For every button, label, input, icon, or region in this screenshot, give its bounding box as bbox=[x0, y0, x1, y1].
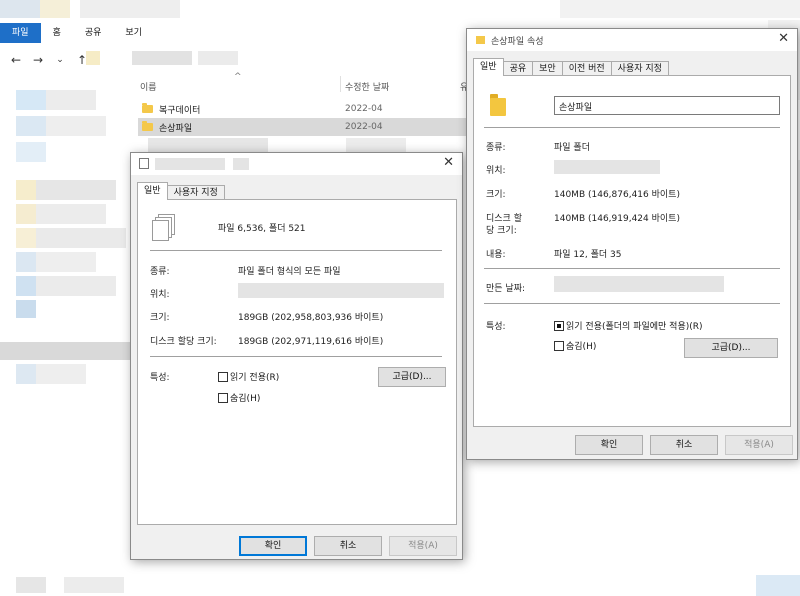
location-value-redacted bbox=[238, 283, 444, 298]
hidden-label: 숨김(H) bbox=[566, 342, 597, 352]
location-label: 위치: bbox=[150, 290, 170, 300]
folder-name-input[interactable]: 손상파일 bbox=[554, 96, 780, 115]
dialog-tabs: 일반 공유 보안 이전 버전 사용자 지정 bbox=[473, 58, 669, 76]
column-divider[interactable] bbox=[340, 76, 341, 92]
type-label: 종류: bbox=[150, 267, 170, 277]
apply-button[interactable]: 적용(A) bbox=[725, 435, 793, 455]
readonly-checkbox[interactable]: 읽기 전용(폴더의 파일에만 적용)(R) bbox=[554, 319, 703, 332]
dialog-tabs: 일반 사용자 지정 bbox=[137, 182, 225, 200]
ribbon-tab-file[interactable]: 파일 bbox=[0, 23, 41, 43]
hidden-checkbox[interactable]: 숨김(H) bbox=[554, 339, 596, 352]
folder-icon bbox=[142, 121, 153, 131]
created-label: 만든 날짜: bbox=[486, 284, 526, 294]
advanced-button[interactable]: 고급(D)... bbox=[378, 367, 446, 387]
hidden-label: 숨김(H) bbox=[230, 394, 261, 404]
size-label: 크기: bbox=[150, 313, 170, 323]
disk-size-label: 디스크 할당 크기: bbox=[150, 337, 217, 347]
folder-icon bbox=[476, 36, 485, 44]
separator bbox=[484, 303, 780, 304]
hidden-checkbox[interactable]: 숨김(H) bbox=[218, 391, 260, 404]
separator bbox=[150, 356, 442, 357]
close-icon[interactable]: ✕ bbox=[778, 31, 789, 46]
column-header-modified[interactable]: 수정한 날짜 bbox=[345, 80, 389, 93]
separator bbox=[150, 250, 442, 251]
checkbox-box[interactable] bbox=[218, 392, 228, 403]
size-value: 189GB (202,958,803,936 바이트) bbox=[238, 313, 384, 323]
navigation-pane[interactable] bbox=[0, 80, 130, 500]
readonly-checkbox[interactable]: 읽기 전용(R) bbox=[218, 370, 279, 383]
sort-indicator-icon: ^ bbox=[234, 72, 242, 82]
tab-customize[interactable]: 사용자 지정 bbox=[610, 61, 669, 76]
size-label: 크기: bbox=[486, 190, 506, 200]
readonly-label: 읽기 전용(R) bbox=[230, 373, 280, 383]
dialog-title: 손상파일 속성 bbox=[491, 37, 544, 47]
tab-customize[interactable]: 사용자 지정 bbox=[166, 185, 225, 200]
tab-sharing[interactable]: 공유 bbox=[502, 61, 534, 76]
tab-previous-versions[interactable]: 이전 버전 bbox=[561, 61, 612, 76]
disk-size-value: 189GB (202,971,119,616 바이트) bbox=[238, 337, 384, 347]
address-bar[interactable] bbox=[86, 48, 466, 70]
dialog-titlebar[interactable]: 손상파일 속성 ✕ bbox=[467, 29, 797, 51]
file-date: 2022-04 bbox=[345, 122, 383, 132]
ok-button[interactable]: 확인 bbox=[575, 435, 643, 455]
dialog-titlebar[interactable]: ✕ bbox=[131, 153, 462, 175]
file-row-redacted[interactable] bbox=[148, 138, 468, 152]
location-label: 위치: bbox=[486, 166, 506, 176]
attributes-label: 특성: bbox=[150, 373, 170, 383]
readonly-label: 읽기 전용(폴더의 파일에만 적용)(R) bbox=[566, 322, 703, 332]
location-value-redacted bbox=[554, 160, 660, 174]
apply-button[interactable]: 적용(A) bbox=[389, 536, 457, 556]
window-top-strip bbox=[0, 0, 800, 18]
file-name: 복구데이터 bbox=[159, 105, 201, 116]
selection-summary: 파일 6,536, 폴더 521 bbox=[218, 224, 306, 234]
type-value: 파일 폴더 형식의 모든 파일 bbox=[238, 267, 341, 277]
checkbox-box[interactable] bbox=[554, 320, 564, 331]
folder-properties-dialog: 손상파일 속성 ✕ 일반 공유 보안 이전 버전 사용자 지정 손상파일 종류:… bbox=[466, 28, 798, 460]
close-icon[interactable]: ✕ bbox=[443, 155, 454, 170]
back-arrow-icon[interactable]: ← bbox=[8, 53, 24, 67]
separator bbox=[484, 127, 780, 128]
recent-locations-icon[interactable]: ⌄ bbox=[52, 55, 68, 65]
general-panel: 파일 6,536, 폴더 521 종류: 파일 폴더 형식의 모든 파일 위치:… bbox=[137, 199, 457, 525]
file-date: 2022-04 bbox=[345, 104, 383, 114]
created-value-redacted bbox=[554, 276, 724, 292]
folder-icon bbox=[142, 103, 153, 113]
advanced-button[interactable]: 고급(D)... bbox=[684, 338, 778, 358]
forward-arrow-icon[interactable]: → bbox=[30, 53, 46, 67]
title-redacted bbox=[155, 158, 225, 170]
multi-properties-dialog: ✕ 일반 사용자 지정 파일 6,536, 폴더 521 종류: 파일 폴더 형… bbox=[130, 152, 463, 560]
cancel-button[interactable]: 취소 bbox=[314, 536, 382, 556]
file-row-damaged-file[interactable]: 손상파일 2022-04 bbox=[138, 118, 468, 136]
folder-icon bbox=[490, 94, 506, 116]
disk-size-label-line2: 당 크기: bbox=[486, 226, 517, 236]
title-redacted-2 bbox=[233, 158, 249, 170]
checkbox-box[interactable] bbox=[218, 371, 228, 382]
size-value: 140MB (146,876,416 바이트) bbox=[554, 190, 680, 200]
document-icon bbox=[139, 158, 149, 169]
tab-security[interactable]: 보안 bbox=[532, 61, 563, 76]
tab-general[interactable]: 일반 bbox=[137, 182, 168, 200]
tab-general[interactable]: 일반 bbox=[473, 58, 504, 76]
file-row-recovery-data[interactable]: 복구데이터 2022-04 bbox=[138, 100, 468, 118]
ribbon-tab-share[interactable]: 공유 bbox=[73, 23, 114, 43]
cancel-button[interactable]: 취소 bbox=[650, 435, 718, 455]
column-header-name[interactable]: 이름 bbox=[140, 80, 157, 93]
ribbon-tab-view[interactable]: 보기 bbox=[113, 23, 154, 43]
attributes-label: 특성: bbox=[486, 322, 506, 332]
ok-button[interactable]: 확인 bbox=[239, 536, 307, 556]
checkbox-box[interactable] bbox=[554, 340, 564, 351]
separator bbox=[484, 268, 780, 269]
general-panel: 손상파일 종류: 파일 폴더 위치: 크기: 140MB (146,876,41… bbox=[473, 75, 791, 427]
file-name: 손상파일 bbox=[159, 123, 193, 134]
type-value: 파일 폴더 bbox=[554, 143, 590, 153]
disk-size-value: 140MB (146,919,424 바이트) bbox=[554, 214, 680, 224]
type-label: 종류: bbox=[486, 143, 506, 153]
ribbon-tab-home[interactable]: 홈 bbox=[41, 23, 73, 43]
contents-value: 파일 12, 폴더 35 bbox=[554, 250, 622, 260]
multiple-documents-icon bbox=[152, 214, 176, 241]
status-bar bbox=[0, 575, 800, 596]
contents-label: 내용: bbox=[486, 250, 506, 260]
